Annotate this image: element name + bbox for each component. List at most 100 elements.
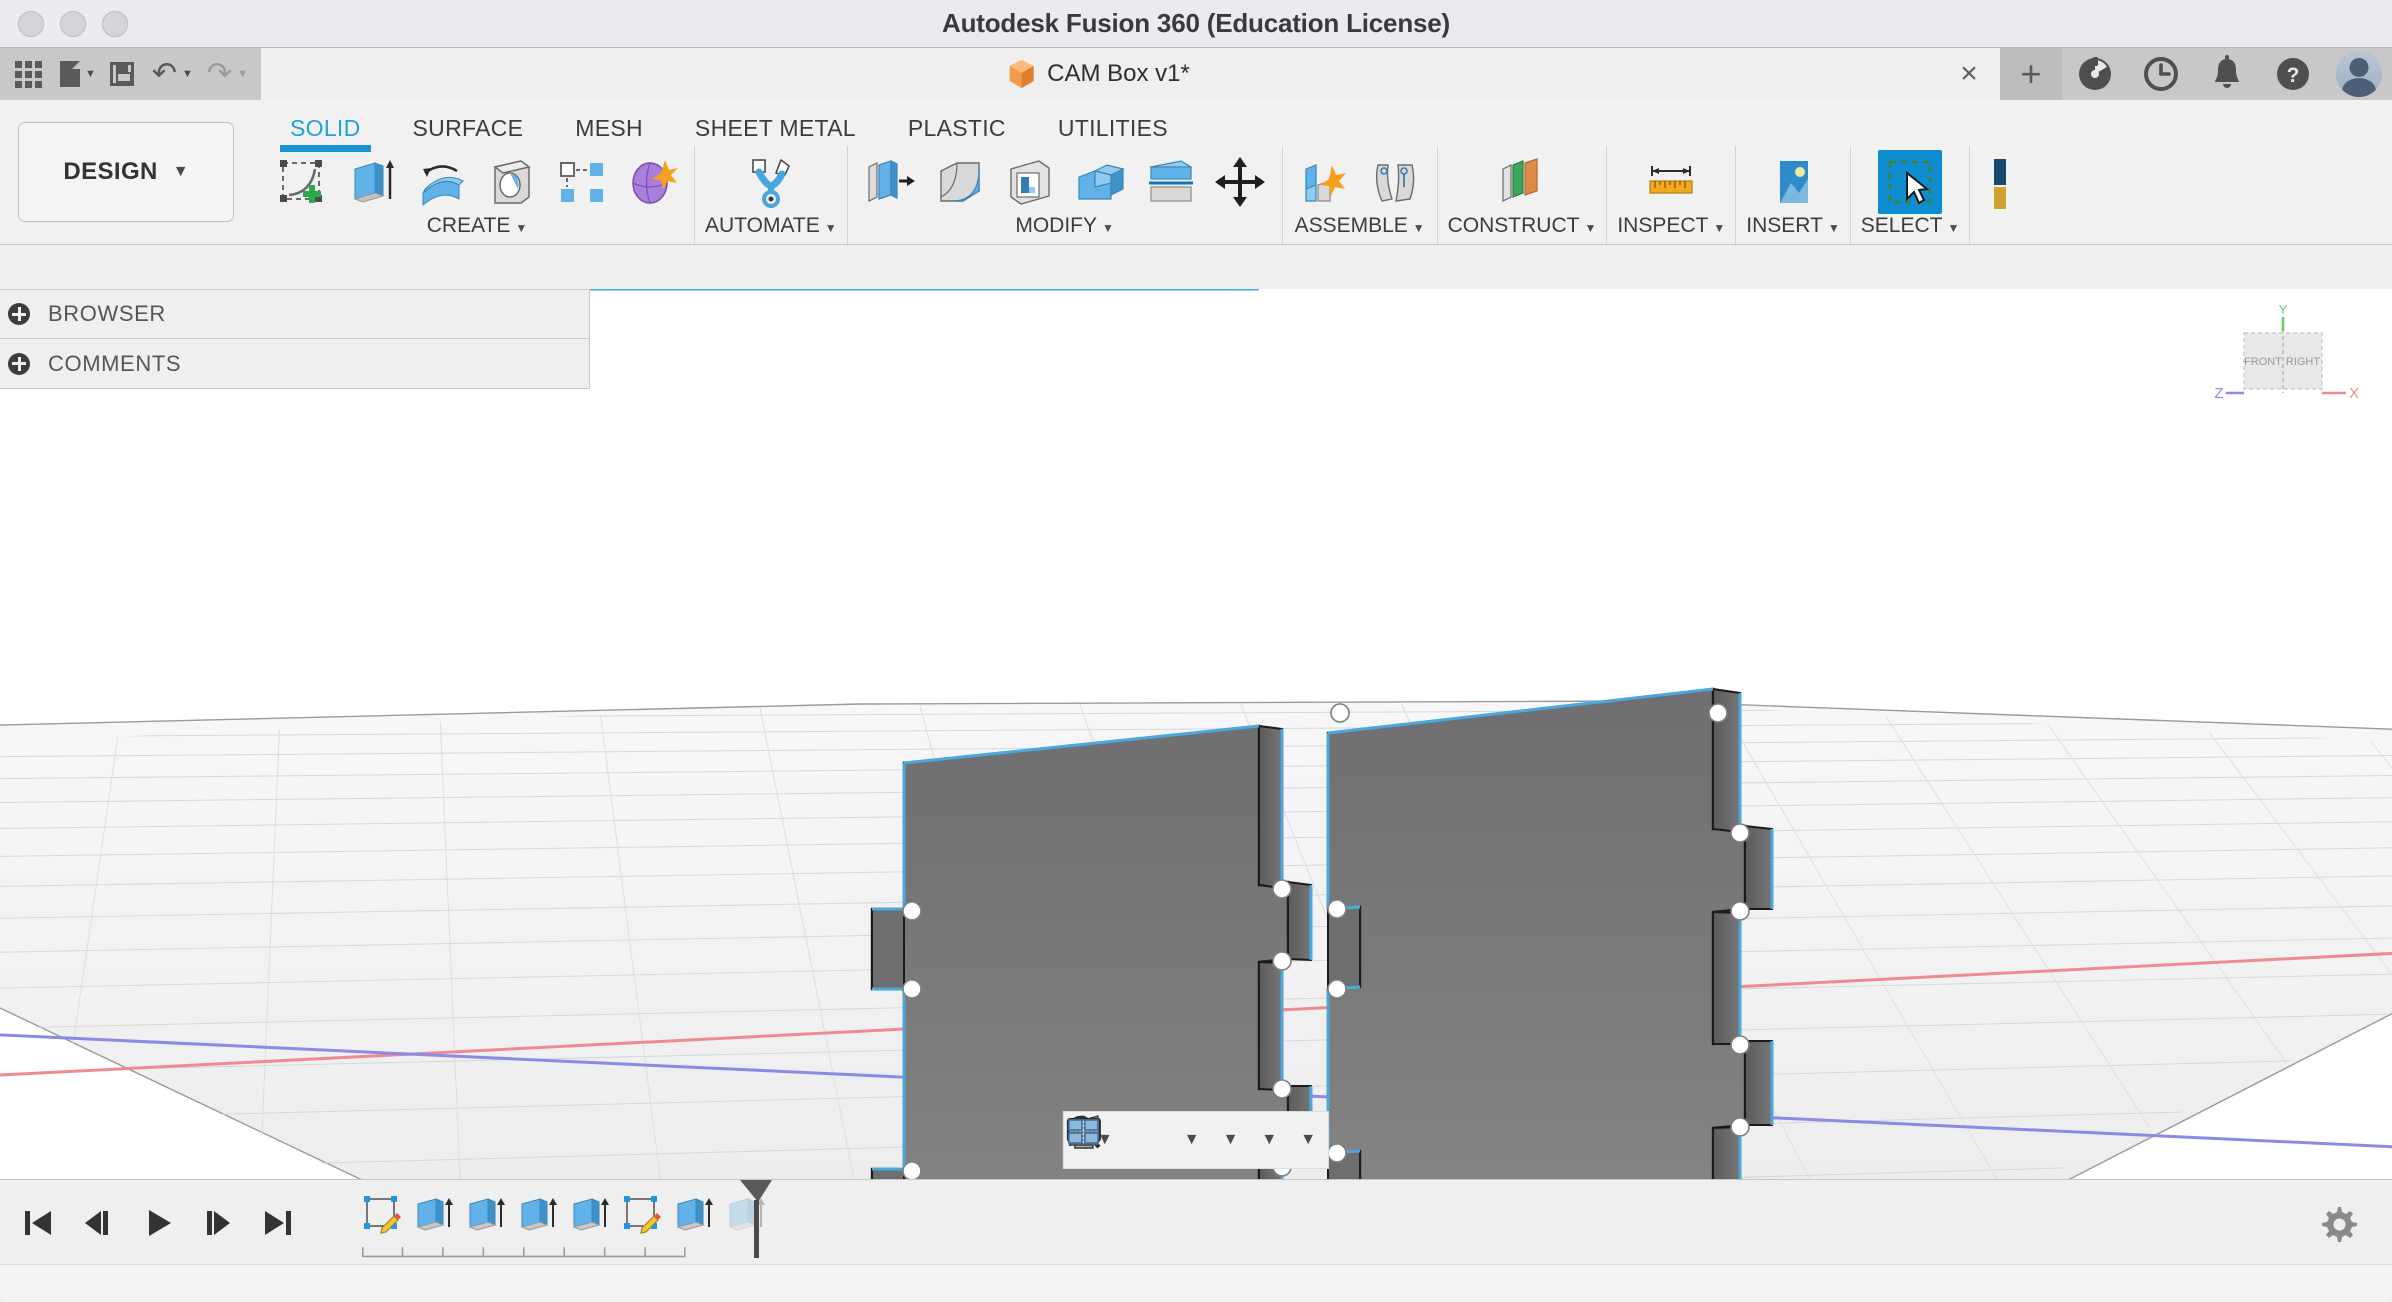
look-at-button[interactable]: [1068, 1115, 1129, 1165]
panel-inspect-title[interactable]: INSPECT ▼: [1617, 214, 1725, 244]
go-to-beginning-button[interactable]: [12, 1197, 64, 1249]
panel-modify-title[interactable]: MODIFY ▼: [858, 214, 1272, 244]
expand-icon[interactable]: [8, 352, 30, 375]
insert-mcmaster-icon: [1780, 161, 1809, 203]
new-component-button[interactable]: [1293, 150, 1357, 214]
tab-surface[interactable]: SURFACE: [387, 115, 550, 146]
combine-button[interactable]: [1068, 150, 1132, 214]
chevron-down-icon: ▼: [1102, 221, 1114, 235]
play-button[interactable]: [132, 1197, 184, 1249]
timeline-extrude-feature-suppressed[interactable]: [720, 1192, 772, 1254]
chevron-down-icon: ▼: [1947, 221, 1960, 235]
expand-icon[interactable]: [8, 303, 30, 325]
grid-icon: [15, 60, 42, 88]
panel-create: CREATE ▼: [260, 146, 694, 244]
panel-create-tools: [270, 146, 684, 214]
press-pull-button[interactable]: [858, 150, 922, 214]
offset-face-button[interactable]: [1138, 150, 1202, 214]
panel-assemble-title[interactable]: ASSEMBLE ▼: [1293, 214, 1427, 244]
panel-insert-tools: [1746, 146, 1840, 214]
hole-button[interactable]: [480, 150, 544, 214]
overflow-tool-button[interactable]: [1980, 150, 2007, 214]
job-status-button[interactable]: [2128, 48, 2194, 100]
pan-button[interactable]: [1070, 1115, 1145, 1165]
display-settings-button[interactable]: [1066, 1115, 1216, 1165]
new-tab-button[interactable]: +: [2000, 48, 2062, 100]
tab-solid[interactable]: SOLID: [264, 115, 387, 152]
tab-mesh[interactable]: MESH: [549, 115, 669, 146]
create-sketch-button[interactable]: [270, 150, 334, 214]
panel-select: SELECT ▼: [1849, 146, 1970, 244]
ribbon-tab-row: SOLID SURFACE MESH SHEET METAL PLASTIC U…: [248, 100, 2392, 152]
panel-create-title[interactable]: CREATE ▼: [270, 214, 684, 244]
revolve-button[interactable]: [410, 150, 474, 214]
offset-plane-button[interactable]: [1490, 150, 1554, 214]
tab-sheet-metal[interactable]: SHEET METAL: [669, 115, 882, 146]
notifications-button[interactable]: [2194, 48, 2260, 100]
create-form-button[interactable]: [620, 150, 684, 214]
timeline-features: [356, 1180, 772, 1266]
show-data-panel-button[interactable]: [8, 52, 49, 96]
move-copy-icon: [1214, 157, 1265, 207]
redo-button[interactable]: ↷ ▼: [200, 52, 251, 96]
chevron-down-icon: ▼: [1827, 221, 1840, 235]
save-button[interactable]: [103, 52, 141, 96]
zoom-button[interactable]: [1068, 1115, 1161, 1165]
viewports-button[interactable]: [1068, 1115, 1293, 1165]
timeline-rail: [362, 1247, 686, 1258]
grid-snaps-button[interactable]: [1069, 1115, 1254, 1165]
panel-construct-title[interactable]: CONSTRUCT ▼: [1448, 214, 1597, 244]
workspace-selector[interactable]: DESIGN ▼: [18, 122, 234, 222]
shell-icon: [1009, 160, 1050, 205]
quick-access-right-group: × + ?: [1938, 48, 2392, 100]
select-button[interactable]: [1878, 150, 1943, 214]
fit-button[interactable]: [1068, 1115, 1177, 1165]
ribbon-panels: CREATE ▼ AUTOMATE ▼ MODIFY ▼ ASSEMBLE ▼ …: [248, 146, 2392, 244]
panel-assemble-label: ASSEMBLE: [1294, 214, 1408, 237]
panel-inspect-label: INSPECT: [1617, 214, 1709, 237]
comments-panel-header[interactable]: COMMENTS: [0, 339, 590, 389]
joint-button[interactable]: [1363, 150, 1427, 214]
panel-insert-title[interactable]: INSERT ▼: [1746, 214, 1840, 244]
file-menu-button[interactable]: ▼: [53, 52, 99, 96]
account-button[interactable]: [2326, 48, 2392, 100]
insert-mcmaster-button[interactable]: [1761, 150, 1825, 214]
rectangular-pattern-button[interactable]: [550, 150, 614, 214]
undo-button[interactable]: ↶ ▼: [145, 52, 196, 96]
browser-panel-header[interactable]: BROWSER: [0, 289, 590, 339]
chevron-down-icon[interactable]: ▼: [1300, 1132, 1316, 1148]
tab-utilities[interactable]: UTILITIES: [1032, 115, 1194, 146]
comments-panel-label: COMMENTS: [48, 350, 182, 376]
fillet-button[interactable]: [928, 150, 992, 214]
settings-button[interactable]: [2318, 1202, 2358, 1247]
step-back-button[interactable]: [72, 1197, 124, 1249]
chevron-down-icon[interactable]: ▼: [1261, 1132, 1277, 1148]
panel-insert: INSERT ▼: [1735, 146, 1850, 244]
chevron-down-icon[interactable]: ▼: [1223, 1132, 1239, 1148]
shell-button[interactable]: [998, 150, 1062, 214]
step-forward-button[interactable]: [192, 1197, 244, 1249]
view-cube[interactable]: FRONT RIGHT Y X Z: [2214, 301, 2364, 421]
move-copy-button[interactable]: [1208, 150, 1272, 214]
window-title: Autodesk Fusion 360 (Education License): [942, 8, 1450, 38]
panel-insert-label: INSERT: [1746, 214, 1823, 237]
chevron-down-icon: ▼: [237, 67, 248, 80]
automated-modeling-button[interactable]: [739, 150, 803, 214]
panel-assemble: ASSEMBLE ▼: [1281, 146, 1437, 244]
document-tab[interactable]: CAM Box v1*: [983, 48, 1216, 100]
3d-viewport[interactable]: FRONT RIGHT Y X Z ▼ ▼ ▼ ▼ ▼: [0, 289, 2392, 1179]
chevron-down-icon[interactable]: ▼: [1184, 1132, 1200, 1148]
tab-plastic[interactable]: PLASTIC: [882, 115, 1032, 146]
panel-automate-title[interactable]: AUTOMATE ▼: [705, 214, 837, 244]
fusion-cube-icon: [1009, 59, 1035, 89]
extrude-button[interactable]: [340, 150, 404, 214]
panel-construct-label: CONSTRUCT: [1447, 214, 1580, 237]
measure-button[interactable]: [1639, 150, 1703, 214]
viewcube-x-axis-label: X: [2349, 385, 2359, 402]
panel-select-title[interactable]: SELECT ▼: [1861, 214, 1960, 244]
go-to-end-button[interactable]: [252, 1197, 304, 1249]
chevron-down-icon: ▼: [85, 67, 96, 80]
help-button[interactable]: ?: [2260, 48, 2326, 100]
close-tab-button[interactable]: ×: [1938, 48, 2000, 100]
extensions-button[interactable]: [2062, 48, 2128, 100]
